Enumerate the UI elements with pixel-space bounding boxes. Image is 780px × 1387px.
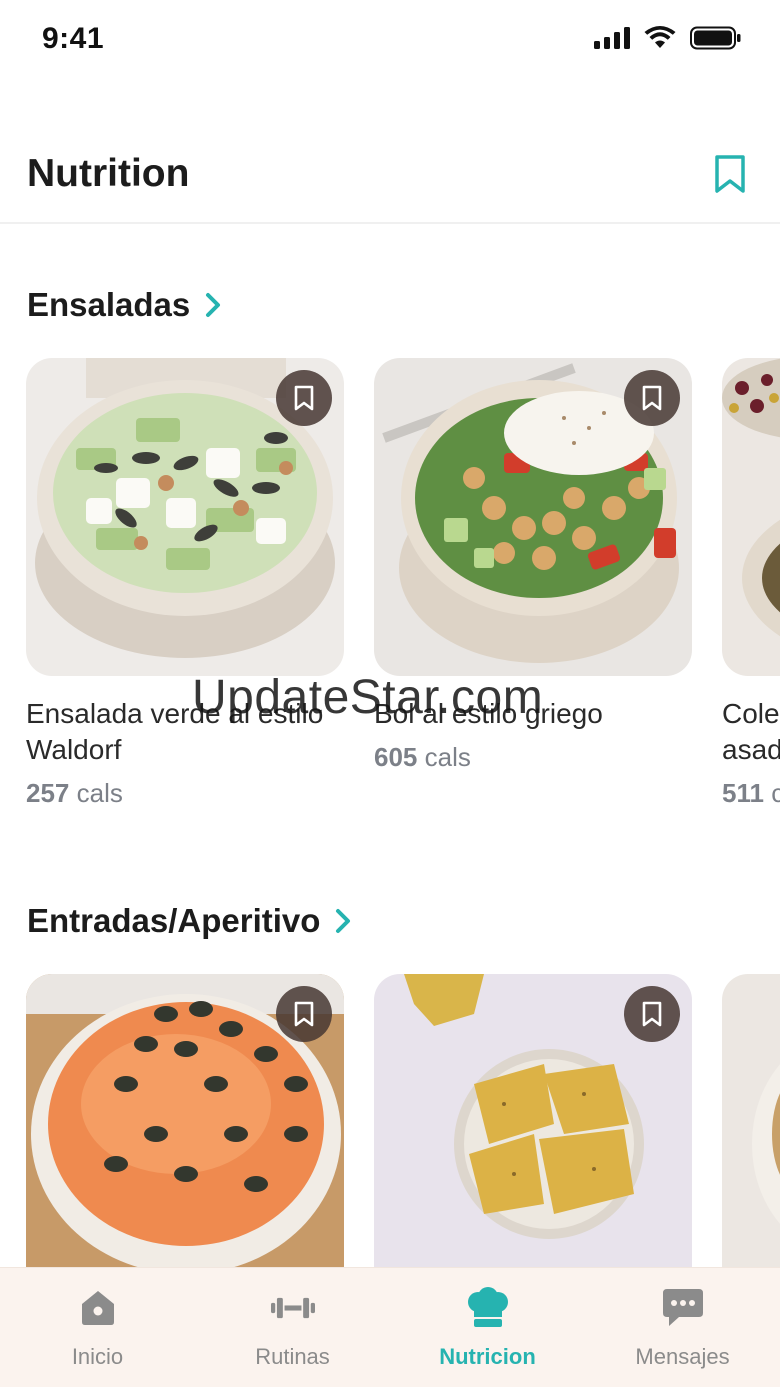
- cellular-signal-icon: [594, 27, 630, 49]
- tab-label: Mensajes: [635, 1344, 730, 1369]
- recipe-card[interactable]: Cole asad 511 c: [722, 358, 780, 809]
- status-bar: 9:41: [0, 0, 780, 84]
- tab-label: Rutinas: [255, 1344, 330, 1369]
- section-header-ensaladas[interactable]: Ensaladas: [27, 286, 222, 324]
- section-header-entradas[interactable]: Entradas/Aperitivo: [27, 902, 352, 940]
- dumbbell-icon: [270, 1286, 315, 1330]
- wifi-icon: [644, 26, 676, 48]
- bookmark-icon: [642, 385, 662, 411]
- page-title: Nutrition: [27, 152, 190, 195]
- recipe-image: [26, 974, 344, 1292]
- recipe-image: [722, 974, 780, 1292]
- header: Nutrition: [0, 130, 780, 224]
- tab-label: Inicio: [71, 1344, 124, 1369]
- recipe-card[interactable]: [722, 974, 780, 1292]
- bookmark-button[interactable]: [276, 370, 332, 426]
- recipe-calories: 257 cals: [26, 778, 123, 808]
- tab-nutricion[interactable]: Nutricion: [390, 1268, 585, 1387]
- recipe-card[interactable]: [26, 974, 344, 1292]
- home-icon: [76, 1286, 120, 1330]
- section-title: Ensaladas: [27, 286, 191, 323]
- recipe-image: [722, 358, 780, 676]
- status-icons: [594, 26, 742, 50]
- chef-hat-icon: [466, 1286, 510, 1330]
- recipe-calories: 511 c: [722, 778, 780, 808]
- recipe-card[interactable]: [374, 974, 692, 1292]
- recipe-title: Cole asad: [722, 698, 780, 765]
- chevron-right-icon: [336, 909, 351, 933]
- bookmark-icon: [294, 385, 314, 411]
- bookmark-icon: [642, 1001, 662, 1027]
- watermark-text: UpdateStar.com: [192, 671, 544, 724]
- tab-rutinas[interactable]: Rutinas: [195, 1268, 390, 1387]
- recipe-calories: 605 cals: [374, 742, 471, 772]
- bookmark-button[interactable]: [276, 986, 332, 1042]
- section-title: Entradas/Aperitivo: [27, 902, 321, 939]
- tab-label: Nutricion: [439, 1344, 536, 1369]
- bookmark-icon: [294, 1001, 314, 1027]
- recipe-image: [26, 358, 344, 676]
- cole-photo: [722, 358, 780, 676]
- chevron-right-icon: [206, 293, 221, 317]
- tab-bar: Inicio Rutinas Nutricion Mensajes: [0, 1267, 780, 1387]
- battery-icon: [690, 26, 741, 50]
- bookmark-button[interactable]: [624, 986, 680, 1042]
- bookmark-button[interactable]: [624, 370, 680, 426]
- chat-icon: [661, 1286, 705, 1330]
- recipe-image: [374, 358, 692, 676]
- recipe-card[interactable]: Ensalada verde al estilo Waldorf 257 cal…: [26, 358, 344, 809]
- food-photo: [722, 974, 780, 1292]
- tab-mensajes[interactable]: Mensajes: [585, 1268, 780, 1387]
- tab-inicio[interactable]: Inicio: [0, 1268, 195, 1387]
- status-time: 9:41: [42, 22, 105, 55]
- bookmark-icon[interactable]: [712, 154, 748, 194]
- recipe-image: [374, 974, 692, 1292]
